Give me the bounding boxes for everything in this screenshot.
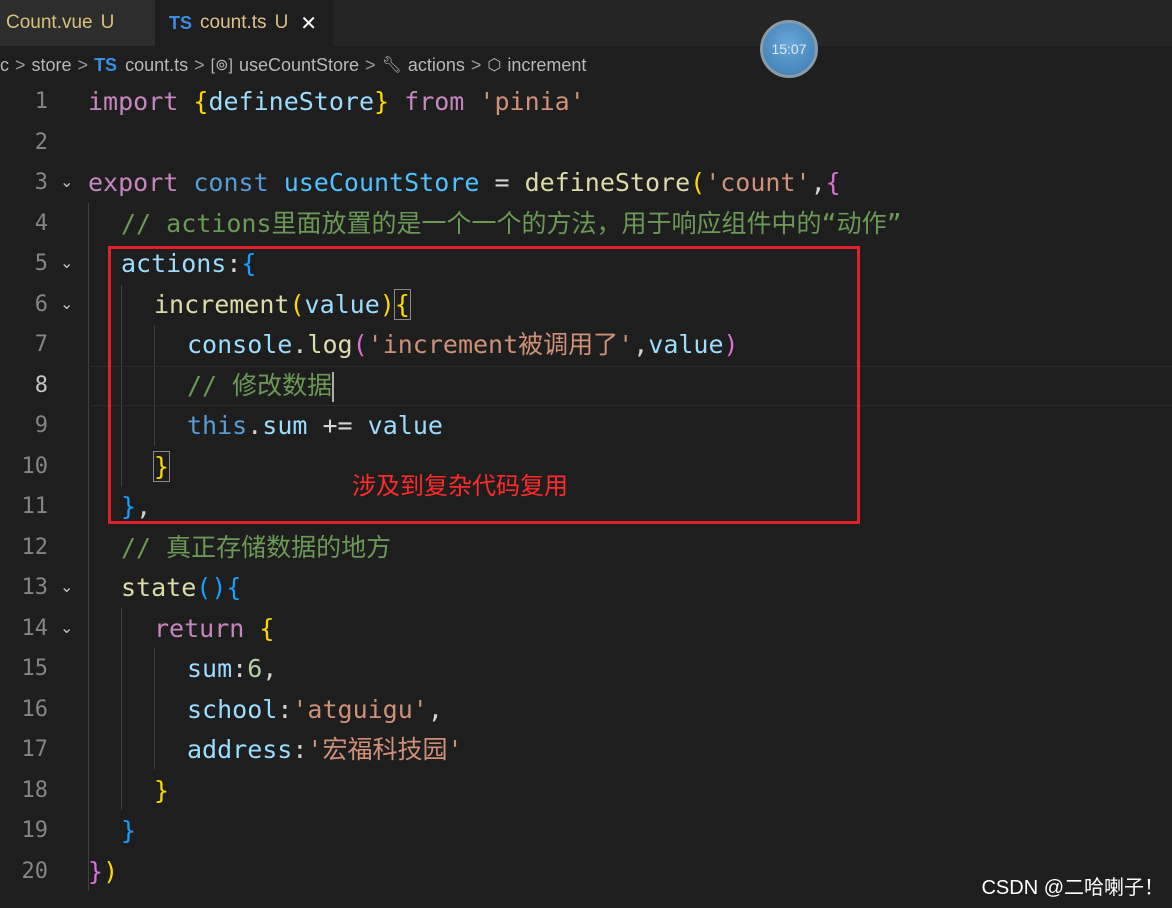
line-code: address:'宏福科技园' <box>187 735 463 764</box>
line-number: 20 <box>21 858 49 884</box>
code-line: 16 school:'atguigu', <box>0 690 1172 731</box>
breadcrumb-item-actions[interactable]: actions <box>408 55 465 76</box>
line-code: school:'atguigu', <box>187 694 443 724</box>
line-number: 11 <box>21 494 49 519</box>
chevron-down-icon[interactable]: ⌄ <box>60 244 73 285</box>
code-line: 15 sum:6, <box>0 649 1172 690</box>
tab-count-vue[interactable]: Count.vue U <box>0 0 155 46</box>
breadcrumb-item-store-fn[interactable]: useCountStore <box>239 55 359 76</box>
chevron-down-icon[interactable]: ⌄ <box>60 285 73 326</box>
tab-status: U <box>274 12 289 33</box>
code-line: 18 } <box>0 771 1172 812</box>
chevron-down-icon[interactable]: ⌄ <box>60 568 73 609</box>
code-line: 4 // actions里面放置的是一个一个的方法，用于响应组件中的“动作” <box>0 204 1172 245</box>
line-number: 3 <box>34 170 48 195</box>
breadcrumb-item-file[interactable]: count.ts <box>125 55 188 76</box>
chevron-right-icon: > <box>194 54 205 75</box>
line-number: 13 <box>21 575 49 600</box>
line-number: 6 <box>34 291 48 317</box>
code-line: 12 // 真正存储数据的地方 <box>0 528 1172 569</box>
chevron-right-icon: > <box>365 54 376 75</box>
breadcrumb-item-increment[interactable]: increment <box>507 55 586 76</box>
breadcrumb: c > store > TS count.ts > [⊚] useCountSt… <box>0 48 586 82</box>
line-code: }) <box>88 856 119 886</box>
watermark: CSDN @二哈喇子！ <box>981 877 1164 899</box>
line-code: sum:6, <box>187 654 278 683</box>
chevron-down-icon[interactable]: ⌄ <box>60 609 73 650</box>
tab-count-ts[interactable]: TS count.ts U ✕ <box>155 0 333 46</box>
line-number: 16 <box>21 696 49 722</box>
line-code: // actions里面放置的是一个一个的方法，用于响应组件中的“动作” <box>121 208 902 238</box>
line-number: 19 <box>21 818 49 843</box>
line-number: 1 <box>34 89 48 114</box>
typescript-icon: TS <box>169 12 193 33</box>
tab-label: count.ts <box>200 12 267 33</box>
chevron-right-icon: > <box>15 54 26 75</box>
tab-bar: Count.vue U TS count.ts U ✕ <box>0 0 1172 46</box>
tab-status: U <box>100 12 115 33</box>
line-code: } <box>121 816 137 845</box>
line-number: 4 <box>34 210 48 236</box>
line-number: 10 <box>21 453 49 479</box>
line-code: state(){ <box>121 573 242 602</box>
line-number: 5 <box>34 251 48 276</box>
code-line: 17 address:'宏福科技园' <box>0 730 1172 771</box>
line-number: 12 <box>21 534 49 560</box>
wrench-icon: 🔧︎ <box>381 57 402 74</box>
method-cube-icon: ⬡ <box>487 57 502 74</box>
tab-label: Count.vue <box>6 12 93 33</box>
clock-time: 15:07 <box>771 41 807 57</box>
close-icon[interactable]: ✕ <box>300 11 317 36</box>
variable-icon: [⊚] <box>210 57 233 74</box>
line-code: export const useCountStore = defineStore… <box>88 168 841 197</box>
line-number: 7 <box>34 332 48 357</box>
line-number: 9 <box>34 413 48 438</box>
line-code: import {defineStore} from 'pinia' <box>88 87 585 116</box>
line-number: 15 <box>21 656 49 681</box>
line-number: 2 <box>34 129 48 155</box>
line-number: 8 <box>34 372 48 398</box>
clock-widget: 15:07 <box>760 20 818 78</box>
annotation-text: 涉及到复杂代码复用 <box>352 473 568 500</box>
code-line: 1 import {defineStore} from 'pinia' <box>0 82 1172 123</box>
code-line: 19 } <box>0 811 1172 852</box>
code-line: 3 ⌄ export const useCountStore = defineS… <box>0 163 1172 204</box>
line-number: 18 <box>21 777 49 803</box>
line-code: return { <box>154 613 275 643</box>
chevron-right-icon: > <box>470 54 482 75</box>
typescript-icon: TS <box>94 54 118 75</box>
code-line: 14 ⌄ return { <box>0 609 1172 650</box>
breadcrumb-item[interactable]: c <box>0 55 9 76</box>
line-number: 14 <box>21 615 49 641</box>
chevron-right-icon: > <box>77 54 89 75</box>
breadcrumb-item-store[interactable]: store <box>32 55 72 76</box>
line-code: } <box>154 775 170 805</box>
line-number: 17 <box>21 737 49 762</box>
line-code: // 真正存储数据的地方 <box>121 532 392 562</box>
code-line: 2 <box>0 123 1172 164</box>
chevron-down-icon[interactable]: ⌄ <box>60 163 73 204</box>
code-line: 13 ⌄ state(){ <box>0 568 1172 609</box>
